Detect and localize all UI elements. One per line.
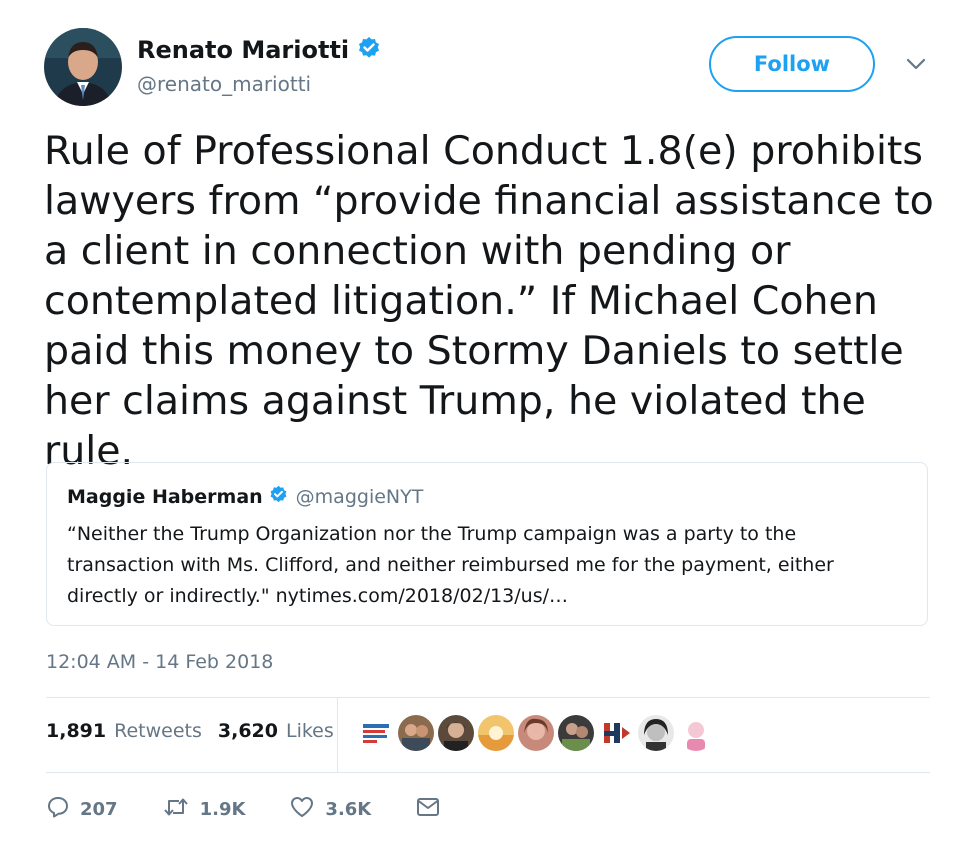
liker-avatar[interactable]: [678, 715, 714, 751]
liker-avatar[interactable]: [638, 715, 674, 751]
tweet-text: Rule of Professional Conduct 1.8(e) proh…: [44, 128, 934, 474]
retweet-button[interactable]: 1.9K: [162, 795, 246, 824]
tweet-actions: 207 1.9K 3.6K: [46, 795, 485, 824]
likes-count[interactable]: 3,620: [218, 720, 278, 742]
likes-label[interactable]: Likes: [286, 720, 334, 742]
envelope-icon: [415, 796, 441, 823]
liker-avatar[interactable]: [598, 715, 634, 751]
retweet-icon: [162, 795, 190, 824]
author-avatar[interactable]: [44, 28, 122, 106]
direct-message-button[interactable]: [415, 796, 441, 823]
stats-separator: [337, 698, 338, 772]
divider: [46, 772, 930, 773]
liker-avatar[interactable]: [438, 715, 474, 751]
chevron-down-icon[interactable]: [903, 54, 929, 78]
tweet-stats: 1,891 Retweets 3,620 Likes: [46, 720, 334, 742]
liker-avatar[interactable]: [478, 715, 514, 751]
verified-badge-icon: [357, 36, 381, 64]
retweets-count[interactable]: 1,891: [46, 720, 106, 742]
reply-icon: [46, 795, 70, 824]
follow-button[interactable]: Follow: [709, 36, 875, 92]
tweet-timestamp[interactable]: 12:04 AM - 14 Feb 2018: [46, 651, 273, 673]
author-handle[interactable]: @renato_mariotti: [137, 72, 311, 96]
liker-avatar[interactable]: [558, 715, 594, 751]
like-count: 3.6K: [325, 799, 372, 820]
quoted-author-handle: @maggieNYT: [295, 485, 424, 508]
reply-count: 207: [80, 799, 118, 820]
heart-icon: [289, 795, 315, 824]
liker-avatar[interactable]: [398, 715, 434, 751]
author-name[interactable]: Renato Mariotti: [137, 36, 349, 64]
liker-avatar[interactable]: [518, 715, 554, 751]
verified-badge-icon: [269, 485, 288, 508]
liker-avatars: [358, 715, 714, 751]
retweet-count: 1.9K: [199, 799, 246, 820]
like-button[interactable]: 3.6K: [289, 795, 371, 824]
reply-button[interactable]: 207: [46, 795, 118, 824]
liker-avatar[interactable]: [358, 715, 394, 751]
quoted-tweet[interactable]: Maggie Haberman @maggieNYT “Neither the …: [46, 462, 928, 626]
quoted-tweet-text: “Neither the Trump Organization nor the …: [67, 523, 834, 607]
retweets-label[interactable]: Retweets: [114, 720, 202, 742]
divider: [46, 697, 930, 698]
quoted-author-name: Maggie Haberman: [67, 485, 263, 508]
